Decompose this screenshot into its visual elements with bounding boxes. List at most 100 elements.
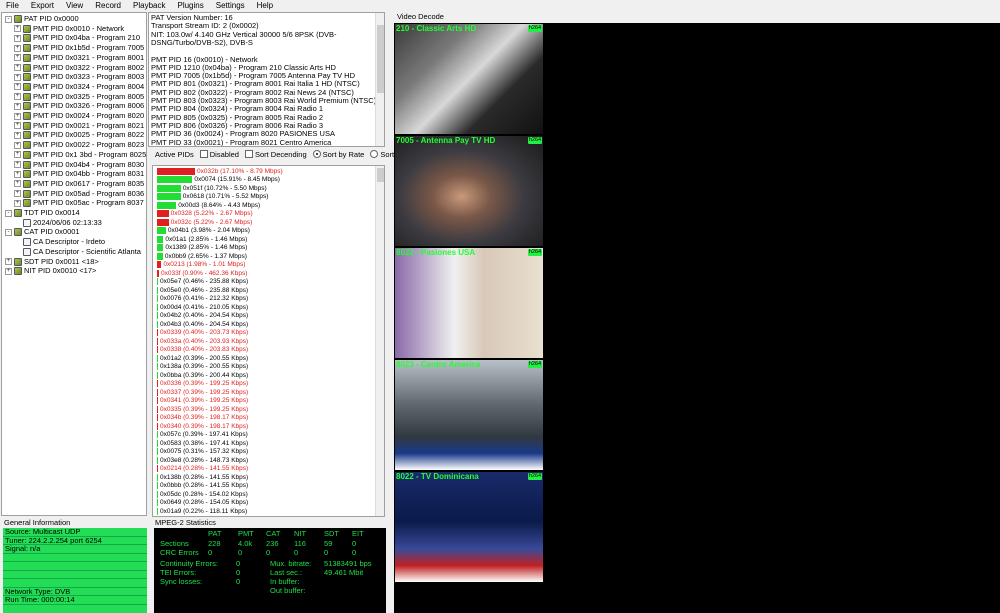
expand-toggle-icon[interactable]: + xyxy=(14,180,21,188)
tree-node[interactable]: + PMT PID 0x0324 - Program 8004 xyxy=(14,82,144,92)
active-pids-list[interactable]: 0x032b (17.10% - 8.79 Mbps) 0x0074 (15.91… xyxy=(152,165,385,517)
pid-row[interactable]: 0x138a (0.39% - 200.55 Kbps) xyxy=(157,363,248,372)
pid-row[interactable]: 0x0bbb (0.28% - 141.55 Kbps) xyxy=(157,482,248,491)
pid-row[interactable]: 0x0618 (10.71% - 5.52 Mbps) xyxy=(157,193,268,202)
pid-row[interactable]: 0x01a1 (2.85% - 1.46 Mbps) xyxy=(157,235,247,244)
expand-toggle-icon[interactable]: + xyxy=(14,199,21,207)
pid-row[interactable]: 0x138b (0.28% - 141.55 Kbps) xyxy=(157,473,248,482)
pid-row[interactable]: 0x03e8 (0.28% - 148.73 Kbps) xyxy=(157,456,248,465)
tree-node[interactable]: + PMT PID 0x0022 - Program 8023 xyxy=(14,140,144,150)
expand-toggle-icon[interactable]: + xyxy=(14,44,21,52)
video-tile[interactable]: 7005 - Antenna Pay TV HD h264 xyxy=(395,136,543,246)
pid-row[interactable]: 0x0340 (0.39% - 198.17 Kbps) xyxy=(157,422,248,431)
tree-node[interactable]: + PMT PID 0x05ad - Program 8036 xyxy=(14,189,144,199)
tree-node[interactable]: + PMT PID 0x0322 - Program 8002 xyxy=(14,63,144,73)
pid-row[interactable]: 0x032c (5.22% - 2.67 Mbps) xyxy=(157,218,252,227)
pid-row[interactable]: 0x0075 (0.31% - 157.32 Kbps) xyxy=(157,448,248,457)
option-sort-decending[interactable]: Sort Decending xyxy=(244,150,307,159)
pid-row[interactable]: 0x05e0 (0.46% - 235.88 Kbps) xyxy=(157,286,248,295)
tree-node[interactable]: + PMT PID 0x0617 - Program 8035 xyxy=(14,179,144,189)
expand-toggle-icon[interactable]: + xyxy=(14,170,21,178)
pid-row[interactable]: 0x033a (0.40% - 203.93 Kbps) xyxy=(157,337,248,346)
tree-node[interactable]: + PMT PID 0x0010 - Network xyxy=(14,24,124,34)
pid-row[interactable]: 0x0214 (0.28% - 141.55 Kbps) xyxy=(157,465,248,474)
expand-toggle-icon[interactable]: + xyxy=(14,141,21,149)
tree-node[interactable]: + PMT PID 0x1b5d - Program 7005 xyxy=(14,43,144,53)
pid-row[interactable]: 0x0337 (0.39% - 199.25 Kbps) xyxy=(157,388,248,397)
tree-node[interactable]: + PMT PID 0x04b4 - Program 8030 xyxy=(14,160,144,170)
expand-toggle-icon[interactable]: - xyxy=(5,209,12,217)
tree-node[interactable]: + PMT PID 0x04bb - Program 8031 xyxy=(14,169,144,179)
tree-node[interactable]: 2024/06/06 02:13:33 xyxy=(14,218,102,228)
expand-toggle-icon[interactable]: + xyxy=(14,54,21,62)
expand-toggle-icon[interactable]: + xyxy=(14,83,21,91)
tree-node[interactable]: - TDT PID 0x0014 xyxy=(5,208,80,218)
expand-toggle-icon[interactable]: + xyxy=(14,73,21,81)
radio-icon[interactable] xyxy=(312,150,321,158)
psi-tree-view[interactable]: - PAT PID 0x0000 + PMT PID 0x0010 - Network… xyxy=(1,12,147,516)
expand-toggle-icon[interactable]: + xyxy=(14,112,21,120)
pid-row[interactable]: 0x04b3 (0.40% - 204.54 Kbps) xyxy=(157,320,248,329)
expand-toggle-icon[interactable]: - xyxy=(5,228,12,236)
checkbox-icon[interactable] xyxy=(199,150,208,158)
pid-row[interactable]: 0x00d4 (0.41% - 210.05 Kbps) xyxy=(157,303,248,312)
expand-toggle-icon[interactable]: + xyxy=(14,34,21,42)
pids-scrollbar[interactable] xyxy=(375,166,384,516)
tree-node[interactable]: + PMT PID 0x0021 - Program 8021 xyxy=(14,121,144,131)
expand-toggle-icon[interactable]: + xyxy=(14,190,21,198)
expand-toggle-icon[interactable]: + xyxy=(14,93,21,101)
expand-toggle-icon[interactable]: + xyxy=(14,64,21,71)
expand-toggle-icon[interactable]: + xyxy=(5,267,12,275)
radio-icon[interactable] xyxy=(370,150,379,158)
pid-row[interactable]: 0x04b2 (0.40% - 204.54 Kbps) xyxy=(157,312,248,321)
pid-row[interactable]: 0x1389 (2.85% - 1.46 Mbps) xyxy=(157,244,247,253)
pid-row[interactable]: 0x05dc (0.28% - 154.02 Kbps) xyxy=(157,490,248,499)
checkbox-icon[interactable] xyxy=(244,150,253,158)
pid-row[interactable]: 0x0341 (0.39% - 199.25 Kbps) xyxy=(157,397,248,406)
menu-file[interactable]: File xyxy=(0,0,25,11)
expand-toggle-icon[interactable]: + xyxy=(14,122,21,130)
pid-row[interactable]: 0x0213 (1.98% - 1.01 Mbps) xyxy=(157,261,245,270)
pid-row[interactable]: 0x01a9 (0.22% - 118.11 Kbps) xyxy=(157,507,247,516)
pid-row[interactable]: 0x00d3 (8.64% - 4.43 Mbps) xyxy=(157,201,260,210)
pid-row[interactable]: 0x0074 (15.91% - 8.45 Mbps) xyxy=(157,176,280,185)
option-sort-by-rate[interactable]: Sort by Rate xyxy=(312,150,364,159)
menu-help[interactable]: Help xyxy=(251,0,279,11)
video-tile[interactable]: 8022 - Pasiones USA h264 xyxy=(395,248,543,358)
video-tile[interactable]: 8022 - TV Dominicana h264 xyxy=(395,472,543,582)
pid-row[interactable]: 0x0649 (0.28% - 154.05 Kbps) xyxy=(157,499,248,508)
option-disabled[interactable]: Disabled xyxy=(199,150,239,159)
pid-row[interactable]: 0x0583 (0.38% - 197.41 Kbps) xyxy=(157,439,248,448)
expand-toggle-icon[interactable]: + xyxy=(14,151,21,159)
pid-row[interactable]: 0x04b1 (3.98% - 2.04 Mbps) xyxy=(157,227,250,236)
pid-row[interactable]: 0x0335 (0.39% - 199.25 Kbps) xyxy=(157,405,248,414)
pid-row[interactable]: 0x01a2 (0.39% - 200.55 Kbps) xyxy=(157,354,248,363)
tree-node[interactable]: + PMT PID 0x0325 - Program 8005 xyxy=(14,92,144,102)
menu-record[interactable]: Record xyxy=(89,0,127,11)
pid-row[interactable]: 0x034b (0.39% - 198.17 Kbps) xyxy=(157,414,248,423)
tree-node[interactable]: CA Descriptor - Scientific Atlanta xyxy=(14,247,141,257)
expand-toggle-icon[interactable]: + xyxy=(14,102,21,110)
video-tile[interactable]: 210 - Classic Arts HD h264 xyxy=(395,24,543,134)
tree-node[interactable]: - CAT PID 0x0001 xyxy=(5,227,80,237)
expand-toggle-icon[interactable]: + xyxy=(5,258,12,265)
tree-node[interactable]: + PMT PID 0x0321 - Program 8001 xyxy=(14,53,144,63)
pid-row[interactable]: 0x0336 (0.39% - 199.25 Kbps) xyxy=(157,380,248,389)
tree-node[interactable]: - PAT PID 0x0000 xyxy=(5,14,79,24)
menu-export[interactable]: Export xyxy=(25,0,60,11)
menu-view[interactable]: View xyxy=(60,0,89,11)
tree-node[interactable]: + PMT PID 0x0024 - Program 8020 xyxy=(14,111,144,121)
pid-row[interactable]: 0x033f (0.90% - 462.36 Kbps) xyxy=(157,269,247,278)
pid-row[interactable]: 0x0338 (0.40% - 203.83 Kbps) xyxy=(157,346,248,355)
pid-row[interactable]: 0x0328 (5.22% - 2.67 Mbps) xyxy=(157,210,253,219)
expand-toggle-icon[interactable]: + xyxy=(14,131,21,139)
pid-row[interactable]: 0x0339 (0.40% - 203.73 Kbps) xyxy=(157,329,248,338)
tree-node[interactable]: + PMT PID 0x0323 - Program 8003 xyxy=(14,72,144,82)
video-tile[interactable]: 8023 - Centro America h264 xyxy=(395,360,543,470)
tree-node[interactable]: + NIT PID 0x0010 <17> xyxy=(5,266,96,276)
pid-row[interactable]: 0x0bb9 (2.65% - 1.37 Mbps) xyxy=(157,252,247,261)
expand-toggle-icon[interactable]: + xyxy=(14,25,21,33)
tree-node[interactable]: + PMT PID 0x04ba - Program 210 xyxy=(14,33,140,43)
menu-playback[interactable]: Playback xyxy=(127,0,171,11)
tree-node[interactable]: + PMT PID 0x05ac - Program 8037 xyxy=(14,198,144,208)
